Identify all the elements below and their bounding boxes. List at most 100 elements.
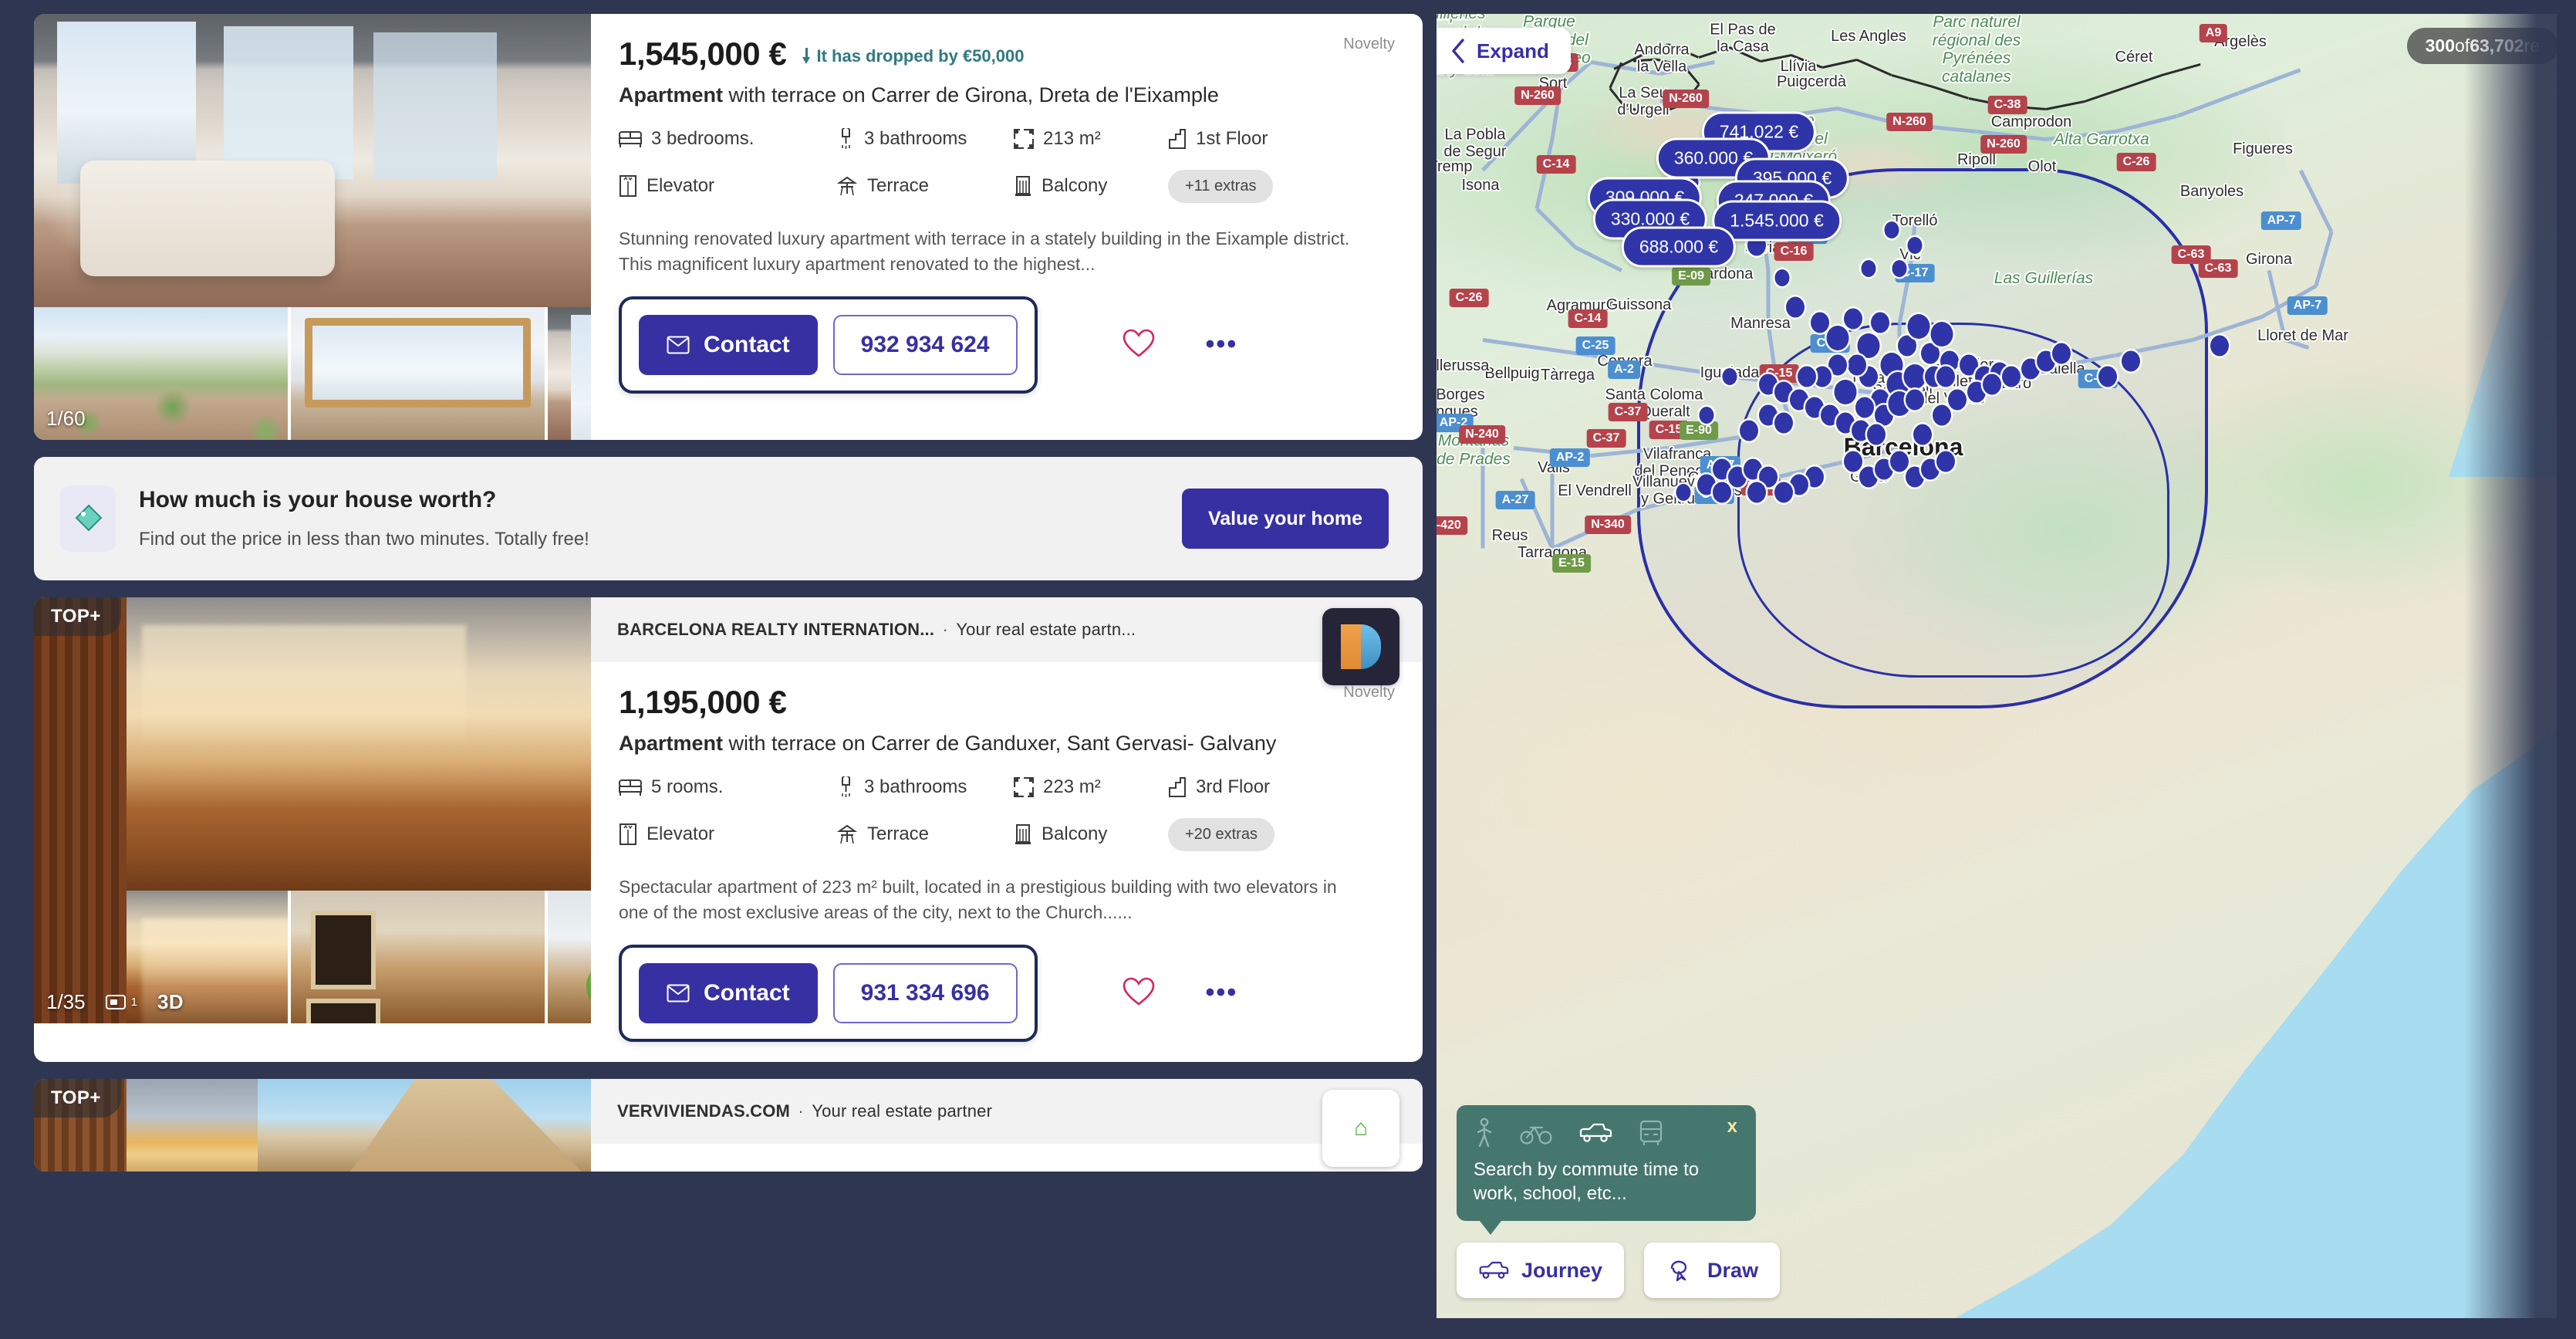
property-marker[interactable]: [1884, 221, 1899, 238]
car-icon[interactable]: [1578, 1122, 1612, 1144]
bicycle-icon[interactable]: [1520, 1121, 1552, 1145]
agency-bar[interactable]: VERVIVIENDAS.COM · Your real estate part…: [591, 1079, 1423, 1168]
listing-title[interactable]: Apartment with terrace on Carrer de Gand…: [619, 732, 1395, 756]
draw-button[interactable]: Draw: [1644, 1243, 1781, 1298]
listing-card[interactable]: 1/60 1,545,000 € It has dropped by €50,0…: [34, 14, 1423, 440]
journey-button[interactable]: Journey: [1457, 1243, 1625, 1298]
walk-icon[interactable]: [1474, 1118, 1494, 1148]
three-d-badge[interactable]: 3D: [157, 990, 184, 1014]
expand-button[interactable]: Expand: [1437, 28, 1571, 74]
agency-bar[interactable]: BARCELONA REALTY INTERNATION... · Your r…: [591, 597, 1423, 685]
listing-hero-image[interactable]: TOP+: [34, 597, 591, 891]
property-marker[interactable]: [1828, 354, 1847, 376]
thumbnail[interactable]: [291, 307, 545, 440]
listing-gallery[interactable]: TOP+ 1/35 1 3D: [34, 597, 591, 1062]
contact-cta-group[interactable]: Contact 932 934 624: [619, 296, 1038, 394]
results-total-count: 63,702: [2470, 36, 2524, 56]
agency-separator: ·: [937, 620, 954, 639]
extras-badge[interactable]: +20 extras: [1168, 817, 1274, 851]
property-marker[interactable]: [1774, 269, 1790, 286]
bus-icon[interactable]: [1639, 1120, 1663, 1146]
phone-button[interactable]: 931 334 696: [832, 963, 1018, 1024]
property-marker[interactable]: [1907, 237, 1923, 254]
property-marker[interactable]: [1811, 312, 1829, 333]
property-marker[interactable]: [1892, 260, 1907, 277]
property-marker[interactable]: [1890, 451, 1909, 472]
thumbnail[interactable]: [291, 891, 545, 1023]
property-marker[interactable]: [2122, 350, 2140, 372]
road-shield: N-260: [1886, 113, 1933, 131]
property-marker[interactable]: [1834, 380, 1857, 404]
property-marker[interactable]: [1983, 374, 2001, 395]
listing-gallery[interactable]: 1/60: [34, 14, 591, 440]
property-marker[interactable]: [1913, 424, 1932, 445]
contact-cta-group[interactable]: Contact 931 334 696: [619, 945, 1038, 1043]
property-marker[interactable]: [1930, 322, 1953, 347]
property-marker[interactable]: [1948, 389, 1967, 411]
map-panel[interactable]: Parque Nacional de Aigüestortes y Estany…: [1437, 14, 2557, 1318]
phone-button[interactable]: 932 934 624: [832, 315, 1018, 376]
property-marker[interactable]: [1786, 296, 1805, 318]
car-icon: [1479, 1261, 1509, 1279]
extras-badge[interactable]: +11 extras: [1168, 169, 1274, 203]
property-marker[interactable]: [1903, 364, 1926, 389]
thumbnail[interactable]: [548, 307, 591, 440]
listing-card[interactable]: TOP+ VERVIVIENDAS.COM · Your real estate…: [34, 1079, 1423, 1172]
property-marker[interactable]: [1907, 314, 1930, 339]
property-marker[interactable]: [2052, 343, 2071, 364]
property-marker[interactable]: [1774, 482, 1793, 503]
price-marker[interactable]: 688.000 €: [1621, 226, 1737, 268]
thumbnail[interactable]: 1/60: [34, 307, 288, 440]
results-panel[interactable]: 1/60 1,545,000 € It has dropped by €50,0…: [34, 14, 1423, 1318]
agency-logo[interactable]: ⌂: [1322, 1090, 1399, 1168]
property-marker[interactable]: [1933, 404, 1951, 426]
property-marker[interactable]: [1871, 312, 1889, 333]
close-tooltip-icon[interactable]: x: [1727, 1116, 1737, 1138]
agency-name: BARCELONA REALTY INTERNATION...: [617, 620, 935, 639]
property-marker[interactable]: [1798, 366, 1816, 387]
property-marker[interactable]: [1936, 366, 1955, 387]
thumbnail[interactable]: [548, 891, 591, 1023]
property-marker[interactable]: [2210, 335, 2229, 357]
listing-card[interactable]: TOP+ 1/35 1 3D BARCELONA REALTY INTERNAT…: [34, 597, 1423, 1063]
road-shield: C-25: [1575, 336, 1615, 355]
feature-area-label: 223 m²: [1043, 776, 1101, 797]
listing-hero-image[interactable]: TOP+: [34, 1079, 591, 1172]
property-marker[interactable]: [1921, 343, 1940, 364]
contact-button[interactable]: Contact: [639, 963, 818, 1024]
more-options-icon[interactable]: •••: [1206, 332, 1238, 357]
thumbnail-strip[interactable]: 1/35 1 3D: [34, 891, 591, 1023]
property-marker[interactable]: [1699, 407, 1714, 424]
more-options-icon[interactable]: •••: [1206, 980, 1238, 1006]
property-marker[interactable]: [1936, 451, 1955, 472]
thumbnail[interactable]: 1/35 1 3D: [34, 891, 288, 1023]
property-marker[interactable]: [1747, 482, 1766, 503]
property-marker[interactable]: [1722, 368, 1737, 385]
property-marker[interactable]: [1774, 412, 1793, 434]
agency-logo[interactable]: [1322, 608, 1399, 685]
property-marker[interactable]: [2098, 366, 2117, 387]
property-marker[interactable]: [1906, 389, 1924, 411]
favorite-heart-icon[interactable]: [1123, 329, 1155, 362]
listing-title[interactable]: Apartment with terrace on Carrer de Giro…: [619, 83, 1395, 108]
property-marker[interactable]: [1861, 260, 1876, 277]
property-marker[interactable]: [1844, 451, 1862, 472]
listing-gallery[interactable]: TOP+: [34, 1079, 591, 1172]
contact-button[interactable]: Contact: [639, 315, 818, 376]
value-your-home-button[interactable]: Value your home: [1181, 489, 1389, 549]
feature-bathrooms-label: 3 bathrooms: [864, 776, 967, 797]
property-marker[interactable]: [2002, 366, 2021, 387]
property-marker[interactable]: [1898, 335, 1916, 357]
property-marker[interactable]: [1740, 420, 1758, 441]
property-marker[interactable]: [1867, 424, 1886, 445]
property-marker[interactable]: [1676, 484, 1691, 501]
listing-hero-image[interactable]: [34, 14, 591, 307]
favorite-heart-icon[interactable]: [1123, 977, 1155, 1010]
property-marker[interactable]: [1713, 482, 1731, 503]
property-marker[interactable]: [1857, 333, 1880, 358]
property-marker[interactable]: [1826, 326, 1849, 350]
thumbnail-strip[interactable]: 1/60: [34, 307, 591, 440]
property-marker[interactable]: [1855, 397, 1874, 418]
property-marker[interactable]: [1844, 308, 1862, 330]
property-marker[interactable]: [1848, 354, 1866, 376]
